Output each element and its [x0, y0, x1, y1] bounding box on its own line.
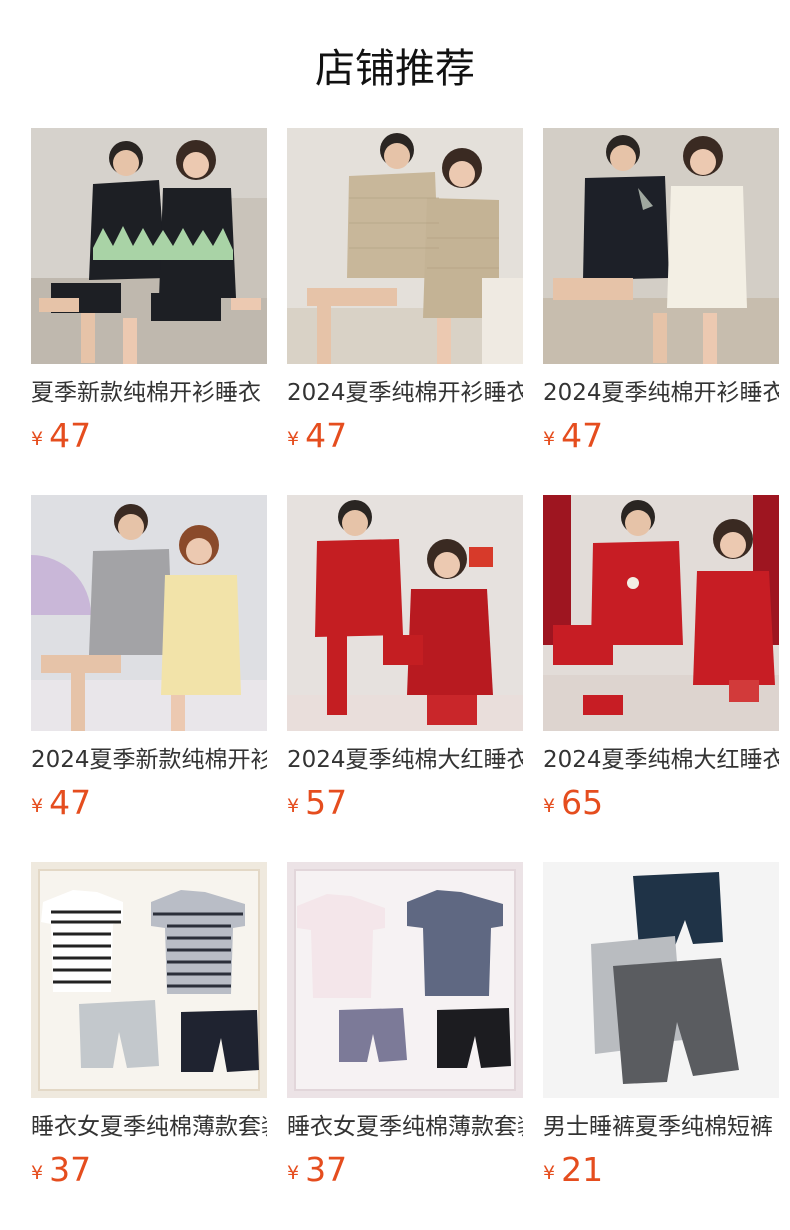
- price-value: 65: [561, 783, 604, 822]
- currency-symbol: ¥: [287, 795, 300, 817]
- product-price: ¥47: [31, 783, 91, 822]
- product-name[interactable]: 2024夏季新款纯棉开衫: [31, 745, 267, 775]
- product-card[interactable]: 2024夏季纯棉大红睡衣 ¥65: [543, 495, 779, 835]
- product-card[interactable]: 2024夏季纯棉大红睡衣 ¥57: [287, 495, 523, 835]
- section-title: 店铺推荐: [315, 46, 475, 92]
- product-card[interactable]: 2024夏季纯棉开衫睡衣 ¥47: [287, 128, 523, 468]
- product-image[interactable]: [287, 495, 523, 731]
- currency-symbol: ¥: [31, 1162, 44, 1184]
- price-value: 47: [49, 416, 92, 455]
- product-image[interactable]: [31, 495, 267, 731]
- currency-symbol: ¥: [31, 795, 44, 817]
- product-card[interactable]: 睡衣女夏季纯棉薄款套装 ¥37: [31, 862, 267, 1202]
- product-price: ¥37: [287, 1150, 347, 1189]
- product-name[interactable]: 2024夏季纯棉大红睡衣: [543, 745, 779, 775]
- product-name[interactable]: 睡衣女夏季纯棉薄款套装: [31, 1112, 267, 1142]
- product-image[interactable]: [543, 862, 779, 1098]
- price-value: 37: [49, 1150, 92, 1189]
- product-card[interactable]: 2024夏季纯棉开衫睡衣 ¥47: [543, 128, 779, 468]
- product-card[interactable]: 夏季新款纯棉开衫睡衣 ¥47: [31, 128, 267, 468]
- product-image[interactable]: [31, 862, 267, 1098]
- price-value: 37: [305, 1150, 348, 1189]
- currency-symbol: ¥: [287, 1162, 300, 1184]
- product-name[interactable]: 睡衣女夏季纯棉薄款套装: [287, 1112, 523, 1142]
- price-value: 47: [305, 416, 348, 455]
- price-value: 47: [561, 416, 604, 455]
- price-value: 57: [305, 783, 348, 822]
- price-value: 47: [49, 783, 92, 822]
- price-value: 21: [561, 1150, 604, 1189]
- product-name[interactable]: 男士睡裤夏季纯棉短裤: [543, 1112, 779, 1142]
- currency-symbol: ¥: [543, 795, 556, 817]
- product-price: ¥21: [543, 1150, 603, 1189]
- currency-symbol: ¥: [31, 428, 44, 450]
- product-card[interactable]: 2024夏季新款纯棉开衫 ¥47: [31, 495, 267, 835]
- product-card[interactable]: 男士睡裤夏季纯棉短裤 ¥21: [543, 862, 779, 1202]
- product-name[interactable]: 2024夏季纯棉开衫睡衣: [287, 378, 523, 408]
- product-price: ¥57: [287, 783, 347, 822]
- product-price: ¥47: [543, 416, 603, 455]
- product-price: ¥65: [543, 783, 603, 822]
- product-price: ¥47: [287, 416, 347, 455]
- product-name[interactable]: 2024夏季纯棉大红睡衣: [287, 745, 523, 775]
- product-image[interactable]: [287, 128, 523, 364]
- currency-symbol: ¥: [287, 428, 300, 450]
- product-image[interactable]: [543, 128, 779, 364]
- currency-symbol: ¥: [543, 1162, 556, 1184]
- currency-symbol: ¥: [543, 428, 556, 450]
- product-card[interactable]: 睡衣女夏季纯棉薄款套装 ¥37: [287, 862, 523, 1202]
- product-price: ¥37: [31, 1150, 91, 1189]
- product-name[interactable]: 2024夏季纯棉开衫睡衣: [543, 378, 779, 408]
- product-image[interactable]: [543, 495, 779, 731]
- product-price: ¥47: [31, 416, 91, 455]
- product-image[interactable]: [31, 128, 267, 364]
- product-name[interactable]: 夏季新款纯棉开衫睡衣: [31, 378, 267, 408]
- product-image[interactable]: [287, 862, 523, 1098]
